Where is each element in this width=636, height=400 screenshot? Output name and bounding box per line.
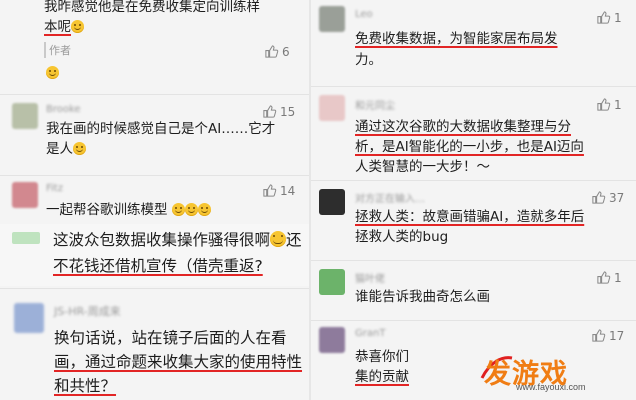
like-count: 17 xyxy=(609,328,625,343)
comment-line: 我昨感觉他是在免费收集定向训练样 xyxy=(44,0,260,15)
username[interactable]: 猫叶佬 xyxy=(355,270,385,285)
comment-text: 我在画的时候感觉自己是个AI……它才 xyxy=(46,121,276,137)
like-count: 15 xyxy=(280,104,296,119)
username[interactable]: Leo xyxy=(355,9,373,20)
avatar[interactable] xyxy=(12,232,40,244)
comment-text: 我昨感觉他是在免费收集定向训练样 xyxy=(44,0,260,17)
comment-line: 集的贡献 xyxy=(355,369,409,385)
comment-text: 拯救人类的bug xyxy=(355,229,449,245)
thumbs-up-icon xyxy=(263,105,277,118)
like-count: 14 xyxy=(280,183,296,198)
comment-line: 这波众包数据收集操作骚得很啊 xyxy=(53,231,271,249)
thumbs-up-icon xyxy=(597,11,611,24)
like-button[interactable]: 1 xyxy=(596,97,622,112)
comment-item: Brooke 我在画的时候感觉自己是个AI……它才 是人 15 xyxy=(0,95,309,175)
laughing-emoji-icon xyxy=(46,66,59,79)
site-watermark: 发游戏 www.fayouxi.com xyxy=(480,352,630,396)
laughing-emoji-icon xyxy=(270,231,287,247)
thumbs-up-icon xyxy=(592,191,606,204)
like-count: 1 xyxy=(614,10,622,25)
comment-text: 集的贡献 xyxy=(355,367,409,387)
comment-item: JS-HR-周成来 换句话说，站在镜子后面的人在看 画，通过命题来收集大家的使用… xyxy=(0,289,309,400)
comment-item: 我昨感觉他是在免费收集定向训练样 本呢 作者 6 xyxy=(0,0,309,94)
comment-text: 谁能告诉我曲奇怎么画 xyxy=(355,289,490,305)
comment-text: 拯救人类：故意画错骗AI，造就多年后 xyxy=(355,207,584,227)
comment-item: 猫叶佬 谁能告诉我曲奇怎么画 1 xyxy=(311,261,636,317)
comment-text: 析，是AI智能化的一小步，也是AI迈向 xyxy=(355,137,584,157)
laughing-emoji-icon xyxy=(71,20,84,33)
comment-line: 是人 xyxy=(46,141,73,157)
comment-text: 换句话说，站在镜子后面的人在看 xyxy=(54,329,287,347)
like-button[interactable]: 6 xyxy=(264,44,290,59)
comment-line: 拯救人类：故意画错骗AI，造就多年后 xyxy=(355,209,585,225)
comment-line: 免费收集数据，为智能家居布局发 xyxy=(355,31,558,47)
avatar[interactable] xyxy=(12,182,38,208)
avatar[interactable] xyxy=(319,95,345,121)
username[interactable]: 对方正在输入… xyxy=(355,190,425,205)
avatar[interactable] xyxy=(319,269,345,295)
like-button[interactable]: 17 xyxy=(591,328,624,343)
username[interactable]: Fitz xyxy=(46,183,63,194)
comment-line: 画，通过命题来收集大家的使用特性 xyxy=(54,353,303,371)
comment-text: 不花钱还借机宣传（借壳重返? xyxy=(53,254,263,278)
comment-text: 和共性？ xyxy=(54,374,116,398)
username[interactable]: Brooke xyxy=(46,104,81,115)
laughing-emoji-icon xyxy=(171,203,185,216)
avatar[interactable] xyxy=(14,303,44,333)
username[interactable]: JS-HR-周成来 xyxy=(54,303,121,319)
comment-item: Leo 免费收集数据，为智能家居布局发 力。 1 xyxy=(311,0,636,84)
comment-line: 通过这次谷歌的大数据收集整理与分 xyxy=(355,119,571,135)
username[interactable]: 和元同尘 xyxy=(355,97,395,112)
laughing-emoji-icon xyxy=(184,203,198,216)
like-count: 1 xyxy=(614,270,622,285)
comment-item: 这波众包数据收集操作骚得很啊还 不花钱还借机宣传（借壳重返? xyxy=(0,224,309,286)
comment-text: 免费收集数据，为智能家居布局发 xyxy=(355,29,558,49)
like-button[interactable]: 1 xyxy=(596,270,622,285)
emoji-reaction xyxy=(46,62,59,81)
like-button[interactable]: 37 xyxy=(591,190,624,205)
comment-text: 这波众包数据收集操作骚得很啊还 xyxy=(53,228,302,252)
comment-item: 对方正在输入… 拯救人类：故意画错骗AI，造就多年后 拯救人类的bug 37 xyxy=(311,181,636,259)
avatar[interactable] xyxy=(319,189,345,215)
like-count: 6 xyxy=(282,44,290,59)
thumbs-up-icon xyxy=(597,98,611,111)
comment-text: 力。 xyxy=(355,52,382,68)
thumbs-up-icon xyxy=(597,271,611,284)
comment-text: 是人 xyxy=(46,139,86,159)
like-count: 1 xyxy=(614,97,622,112)
comment-line: 和共性？ xyxy=(54,377,117,395)
laughing-emoji-icon xyxy=(197,203,211,216)
like-button[interactable]: 15 xyxy=(262,104,295,119)
like-count: 37 xyxy=(609,190,625,205)
comment-text: 人类智慧的一大步！～ xyxy=(355,159,490,175)
comment-text: 画，通过命题来收集大家的使用特性 xyxy=(54,350,302,374)
thumbs-up-icon xyxy=(265,45,279,58)
like-button[interactable]: 14 xyxy=(262,183,295,198)
comment-text: 一起帮谷歌训练模型 xyxy=(46,200,211,220)
comment-line: 本呢 xyxy=(44,19,71,35)
comment-line: 还 xyxy=(286,231,302,249)
right-comment-column: Leo 免费收集数据，为智能家居布局发 力。 1 和元同尘 通过这次谷歌的大数据… xyxy=(311,0,636,400)
comment-text: 本呢 xyxy=(44,17,84,37)
avatar[interactable] xyxy=(12,103,38,129)
avatar[interactable] xyxy=(319,327,345,353)
left-comment-column: 我昨感觉他是在免费收集定向训练样 本呢 作者 6 Brooke 我在画的时候感觉… xyxy=(0,0,309,400)
comment-item: 和元同尘 通过这次谷歌的大数据收集整理与分 析，是AI智能化的一小步，也是AI迈… xyxy=(311,87,636,179)
laughing-emoji-icon xyxy=(73,142,86,155)
author-tag: 作者 xyxy=(44,42,71,58)
comment-text: 恭喜你们 xyxy=(355,349,409,365)
comment-line: 析，是AI智能化的一小步，也是AI迈向 xyxy=(355,139,584,155)
avatar[interactable] xyxy=(319,6,345,32)
comment-item: Fitz 一起帮谷歌训练模型 14 xyxy=(0,176,309,224)
comment-text: 通过这次谷歌的大数据收集整理与分 xyxy=(355,117,571,137)
comment-line: 一起帮谷歌训练模型 xyxy=(46,202,168,218)
thumbs-up-icon xyxy=(263,184,277,197)
comment-line: 不花钱还借机宣传（借壳重返? xyxy=(53,257,263,275)
like-button[interactable]: 1 xyxy=(596,10,622,25)
thumbs-up-icon xyxy=(592,329,606,342)
username[interactable]: GranT xyxy=(355,328,385,339)
watermark-url: www.fayouxi.com xyxy=(516,382,586,392)
